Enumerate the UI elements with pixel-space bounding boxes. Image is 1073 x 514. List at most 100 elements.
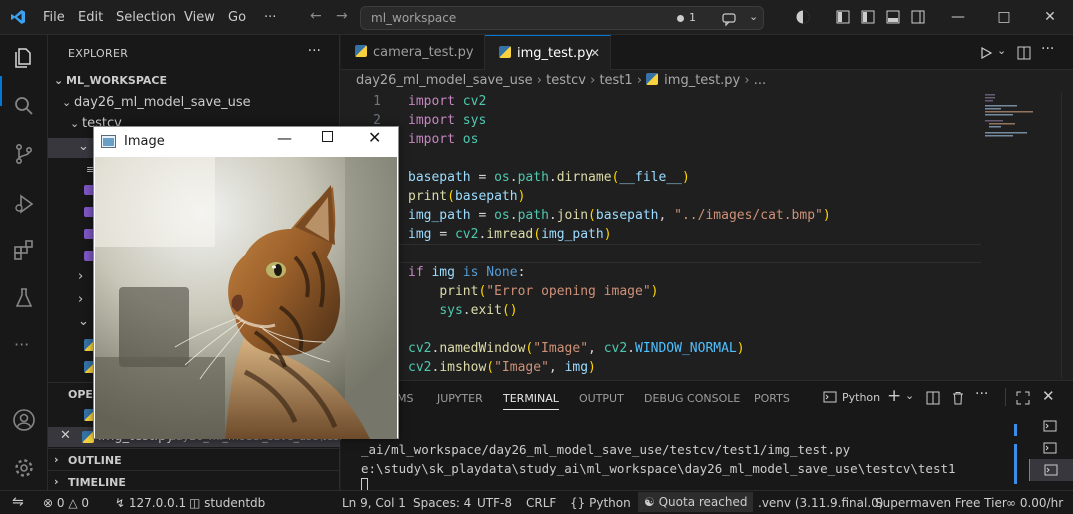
- breadcrumb-item[interactable]: test1: [599, 73, 632, 88]
- encoding[interactable]: UTF-8: [477, 496, 512, 510]
- editor-tabs: camera_test.py img_test.py ✕ ⌄ ···: [341, 35, 1073, 70]
- search-icon[interactable]: [12, 94, 36, 118]
- db-name-status[interactable]: ◫ studentdb: [189, 496, 265, 510]
- tab-camera-test[interactable]: camera_test.py: [341, 35, 485, 70]
- host-label: 127.0.0.1: [128, 496, 187, 510]
- codeium-rate[interactable]: ∞ 0.00/hr: [1006, 496, 1063, 510]
- chevron-right-icon[interactable]: ›: [78, 292, 83, 307]
- terminal-instance-active[interactable]: [1029, 459, 1073, 481]
- python-interpreter[interactable]: .venv (3.11.9.final.0): [758, 496, 883, 510]
- quota-status[interactable]: ☯ Quota reached: [638, 492, 754, 512]
- cursor-position[interactable]: Ln 9, Col 1: [342, 496, 406, 510]
- chat-icon[interactable]: [721, 11, 737, 27]
- close-icon[interactable]: ✕: [60, 428, 71, 443]
- db-connection-status[interactable]: ↯ 127.0.0.1: [115, 496, 186, 510]
- menu-selection[interactable]: Selection: [116, 10, 176, 25]
- maximize-panel-icon[interactable]: [1016, 391, 1030, 405]
- tab-output[interactable]: OUTPUT: [579, 392, 624, 405]
- code-line: 13: [341, 320, 981, 339]
- close-panel-icon[interactable]: ✕: [1042, 387, 1055, 405]
- settings-gear-icon[interactable]: [12, 456, 36, 480]
- supermaven-status[interactable]: Supermaven Free Tier: [875, 496, 1007, 510]
- tab-debug-console[interactable]: DEBUG CONSOLE: [644, 392, 740, 405]
- language-mode[interactable]: {} Python: [570, 496, 631, 510]
- editor-scrollbar[interactable]: [1061, 92, 1073, 378]
- maximize-button[interactable]: [322, 131, 333, 142]
- menu-go[interactable]: Go: [228, 10, 246, 25]
- tab-problems[interactable]: MS: [397, 392, 413, 405]
- database-icon: ◫: [189, 496, 201, 510]
- close-button[interactable]: ✕: [1027, 0, 1073, 34]
- toggle-sidebar-icon[interactable]: [860, 9, 876, 25]
- testing-flask-icon[interactable]: [12, 286, 36, 310]
- code-editor[interactable]: 1 import cv2 2import sys 3import os 4 5ba…: [341, 92, 981, 378]
- minimize-button[interactable]: —: [277, 129, 292, 147]
- terminal-instance[interactable]: [1029, 437, 1073, 459]
- chevron-right-icon[interactable]: ›: [78, 269, 83, 284]
- breadcrumb-item[interactable]: testcv: [546, 73, 586, 88]
- menu-view[interactable]: View: [184, 10, 215, 25]
- tab-terminal[interactable]: TERMINAL: [503, 392, 559, 410]
- new-terminal-plus-icon[interactable]: +: [887, 386, 901, 406]
- maximize-button[interactable]: □: [981, 0, 1027, 34]
- more-icon[interactable]: ···: [14, 335, 29, 354]
- run-debug-icon[interactable]: [12, 192, 36, 216]
- terminal-icon: [1044, 464, 1058, 476]
- more-actions-icon[interactable]: ···: [975, 386, 988, 402]
- code-line: 5basepath = os.path.dirname(__file__): [341, 168, 981, 187]
- close-icon[interactable]: ✕: [590, 36, 600, 71]
- chevron-down-icon[interactable]: ⌄: [749, 10, 758, 23]
- extensions-icon[interactable]: [12, 238, 36, 262]
- toggle-panel-icon[interactable]: [885, 9, 901, 25]
- workspace-header[interactable]: ⌄ ML_WORKSPACE: [54, 74, 167, 87]
- timeline-header[interactable]: › TIMELINE: [48, 470, 340, 492]
- more-actions-icon[interactable]: ···: [1041, 41, 1054, 57]
- tab-ports[interactable]: PORTS: [754, 392, 790, 405]
- chevron-down-icon[interactable]: ⌄: [997, 44, 1006, 57]
- explorer-more-icon[interactable]: ···: [308, 43, 321, 59]
- split-editor-icon[interactable]: [1017, 46, 1031, 60]
- breadcrumb-item[interactable]: img_test.py: [664, 73, 740, 88]
- menu-file[interactable]: File: [43, 10, 65, 25]
- line-ending[interactable]: CRLF: [526, 496, 556, 510]
- indentation[interactable]: Spaces: 4: [413, 496, 471, 510]
- explorer-icon[interactable]: [12, 46, 36, 70]
- minimap[interactable]: [981, 92, 1061, 378]
- code-text: if img is None:: [408, 265, 526, 280]
- split-terminal-icon[interactable]: [926, 391, 940, 405]
- tab-img-test[interactable]: img_test.py ✕: [485, 35, 611, 70]
- trash-icon[interactable]: [951, 391, 965, 405]
- close-button[interactable]: ✕: [368, 128, 381, 147]
- menu-edit[interactable]: Edit: [78, 10, 103, 25]
- forward-arrow-icon[interactable]: →: [336, 8, 348, 24]
- chevron-down-icon[interactable]: ⌄: [78, 139, 89, 154]
- copilot-icon[interactable]: [795, 9, 811, 25]
- run-icon[interactable]: [979, 46, 993, 60]
- layout-customize-icon[interactable]: [835, 9, 851, 25]
- code-line: 12 sys.exit(): [341, 301, 981, 320]
- folder-day26[interactable]: ⌄ day26_ml_model_save_use: [62, 95, 251, 110]
- opencv-titlebar[interactable]: Image — ✕: [94, 127, 398, 157]
- errors-status[interactable]: ⊗ 0 △ 0: [43, 496, 89, 510]
- breadcrumb-item[interactable]: ...: [754, 73, 766, 88]
- back-arrow-icon[interactable]: ←: [310, 8, 322, 24]
- opencv-image-window[interactable]: Image — ✕: [93, 126, 399, 439]
- menu-more[interactable]: ···: [264, 10, 276, 25]
- breadcrumb-item[interactable]: day26_ml_model_save_use: [356, 73, 533, 88]
- tab-jupyter[interactable]: JUPYTER: [437, 392, 483, 405]
- minimize-button[interactable]: —: [935, 0, 981, 34]
- rate-label: 0.00/hr: [1019, 496, 1064, 510]
- toggle-secondary-sidebar-icon[interactable]: [910, 9, 926, 25]
- source-control-icon[interactable]: [12, 142, 36, 166]
- activity-bar: ···: [0, 35, 48, 490]
- outline-header[interactable]: › OUTLINE: [48, 448, 340, 470]
- chevron-down-icon[interactable]: ⌄: [905, 389, 914, 402]
- chevron-down-icon[interactable]: ⌄: [78, 314, 89, 329]
- terminal-instance[interactable]: [1029, 415, 1073, 437]
- remote-icon[interactable]: ⇋: [12, 494, 24, 510]
- account-icon[interactable]: [12, 408, 36, 432]
- shell-label[interactable]: Python: [842, 391, 880, 404]
- divider: [1005, 388, 1006, 406]
- line-number: 1: [373, 94, 381, 109]
- command-center-search[interactable]: ml_workspace 1 ⌄: [360, 6, 764, 30]
